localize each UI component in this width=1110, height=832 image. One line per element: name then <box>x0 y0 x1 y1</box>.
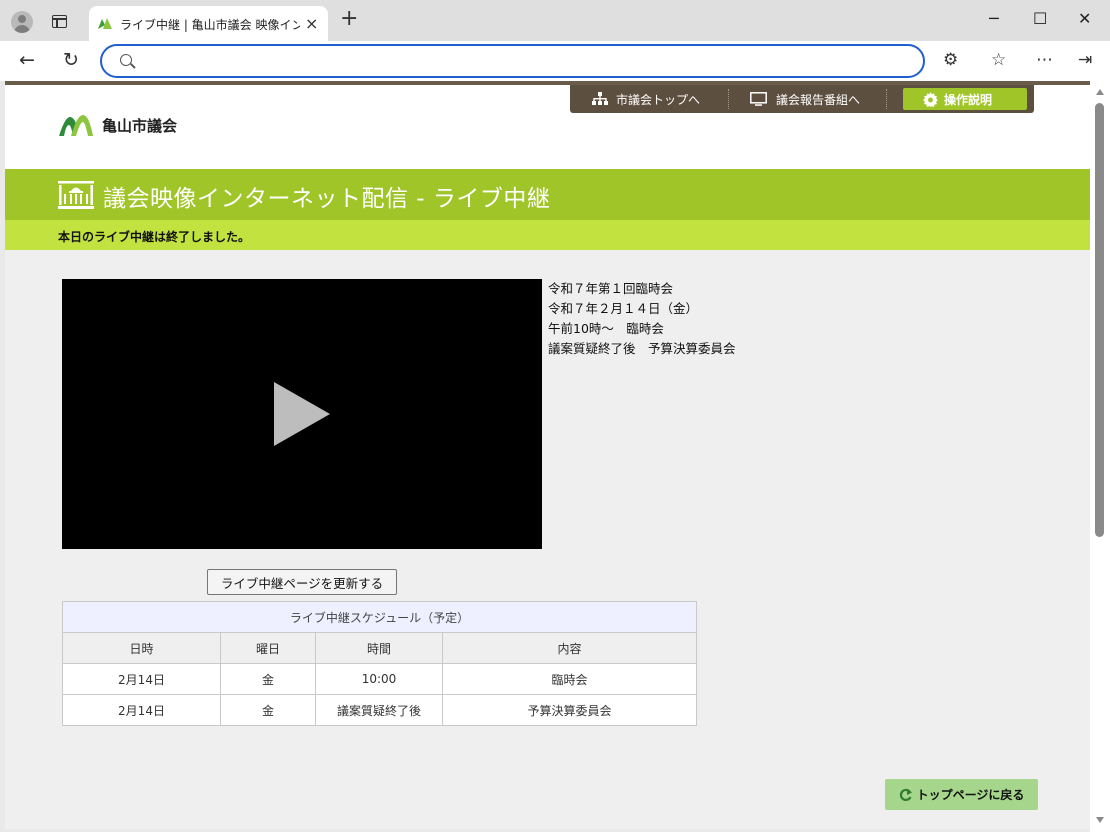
session-date: 令和７年２月１４日（金） <box>548 301 699 316</box>
session-time: 午前10時～ 臨時会 <box>548 321 664 336</box>
scroll-down-icon[interactable] <box>1096 817 1104 823</box>
scroll-up-icon[interactable] <box>1096 89 1104 95</box>
top-navigation: 市議会トップへ 議会報告番組へ 操作説明 <box>570 85 1034 113</box>
play-icon[interactable] <box>274 382 330 446</box>
back-arrow-icon[interactable]: ← <box>19 49 35 71</box>
column-header: 時間 <box>315 632 443 664</box>
mountain-logo-icon <box>59 115 93 136</box>
reload-icon[interactable]: ↻ <box>63 49 79 71</box>
logo-text: 亀山市議会 <box>102 116 178 135</box>
nav-council-top-label: 市議会トップへ <box>616 92 701 107</box>
address-bar[interactable] <box>100 44 925 78</box>
favorites-icon[interactable]: ☆ <box>991 50 1006 70</box>
nav-report-program-label: 議会報告番組へ <box>776 92 861 107</box>
page-viewport: 亀山市議会 市議会トップへ 議会報告番組へ 操作説明 議会映像インターネット配信… <box>5 81 1090 829</box>
search-icon <box>120 54 132 66</box>
new-tab-button[interactable]: + <box>340 8 358 30</box>
column-header: 内容 <box>442 632 697 664</box>
scrollbar-thumb[interactable] <box>1095 103 1104 537</box>
column-header: 日時 <box>62 632 221 664</box>
browser-tab-strip: ライブ中継 | 亀山市議会 映像インターネット配信 × + ─ ☐ ✕ <box>0 0 1110 41</box>
return-arrow-icon <box>899 788 912 801</box>
nav-report-program-link[interactable]: 議会報告番組へ <box>750 89 860 109</box>
gear-icon <box>923 91 938 107</box>
address-input[interactable] <box>142 52 902 72</box>
council-hall-icon <box>58 181 94 209</box>
maximize-icon[interactable]: ☐ <box>1033 9 1047 28</box>
profile-avatar-icon[interactable] <box>11 11 33 33</box>
back-to-top-label: トップページに戻る <box>916 788 1025 802</box>
table-cell: 金 <box>220 694 316 726</box>
kameyama-favicon-icon <box>98 18 112 29</box>
nav-operation-guide-label: 操作説明 <box>944 92 993 107</box>
back-to-top-button[interactable]: トップページに戻る <box>885 779 1038 810</box>
page-banner: 議会映像インターネット配信 - ライブ中継 <box>5 169 1090 220</box>
table-cell: 臨時会 <box>442 663 697 695</box>
tab-actions-icon[interactable] <box>52 15 67 28</box>
nav-operation-guide-item: 操作説明 <box>923 89 992 109</box>
sidebar-toggle-icon[interactable]: ⇥ <box>1078 50 1092 70</box>
page-scrollbar[interactable] <box>1090 81 1110 832</box>
page-title: 議会映像インターネット配信 - ライブ中継 <box>103 186 551 212</box>
table-row: 2月14日 金 10:00 臨時会 <box>62 663 697 695</box>
nav-council-top-link[interactable]: 市議会トップへ <box>592 89 700 109</box>
table-cell: 10:00 <box>315 663 443 695</box>
broadcast-ended-notice: 本日のライブ中継は終了しました。 <box>58 230 251 244</box>
session-committee: 議案質疑終了後 予算決算委員会 <box>548 341 736 356</box>
tab-title: ライブ中継 | 亀山市議会 映像インターネット配信 <box>120 18 300 32</box>
nav-separator <box>728 89 729 109</box>
table-cell: 金 <box>220 663 316 695</box>
schedule-table: ライブ中継スケジュール（予定） 日時 曜日 時間 内容 2月14日 金 10:0… <box>62 601 697 726</box>
site-logo[interactable]: 亀山市議会 <box>58 113 177 137</box>
table-cell: 2月14日 <box>62 694 221 726</box>
session-name: 令和７年第１回臨時会 <box>548 281 674 296</box>
browser-tab[interactable]: ライブ中継 | 亀山市議会 映像インターネット配信 × <box>89 6 328 41</box>
browser-toolbar: ← ↻ ⚙ ☆ ⋯ ⇥ <box>0 41 1110 81</box>
table-cell: 予算決算委員会 <box>442 694 697 726</box>
notice-bar: 本日のライブ中継は終了しました。 <box>5 220 1090 250</box>
session-info: 令和７年第１回臨時会 令和７年２月１４日（金） 午前10時～ 臨時会 議案質疑終… <box>548 279 736 359</box>
nav-separator <box>886 89 887 109</box>
more-menu-icon[interactable]: ⋯ <box>1036 50 1053 70</box>
refresh-page-button[interactable]: ライブ中継ページを更新する <box>207 569 397 595</box>
extensions-icon[interactable]: ⚙ <box>943 50 958 70</box>
table-cell: 2月14日 <box>62 663 221 695</box>
schedule-caption: ライブ中継スケジュール（予定） <box>62 601 697 633</box>
sitemap-icon <box>592 92 608 105</box>
monitor-icon <box>750 92 767 106</box>
window-close-icon[interactable]: ✕ <box>1078 9 1091 28</box>
video-player[interactable] <box>62 279 542 549</box>
nav-operation-guide-link[interactable]: 操作説明 <box>903 88 1027 110</box>
table-row: 2月14日 金 議案質疑終了後 予算決算委員会 <box>62 694 697 726</box>
column-header: 曜日 <box>220 632 316 664</box>
table-cell: 議案質疑終了後 <box>315 694 443 726</box>
tab-close-icon[interactable]: × <box>305 14 318 33</box>
minimize-icon[interactable]: ─ <box>989 9 999 28</box>
